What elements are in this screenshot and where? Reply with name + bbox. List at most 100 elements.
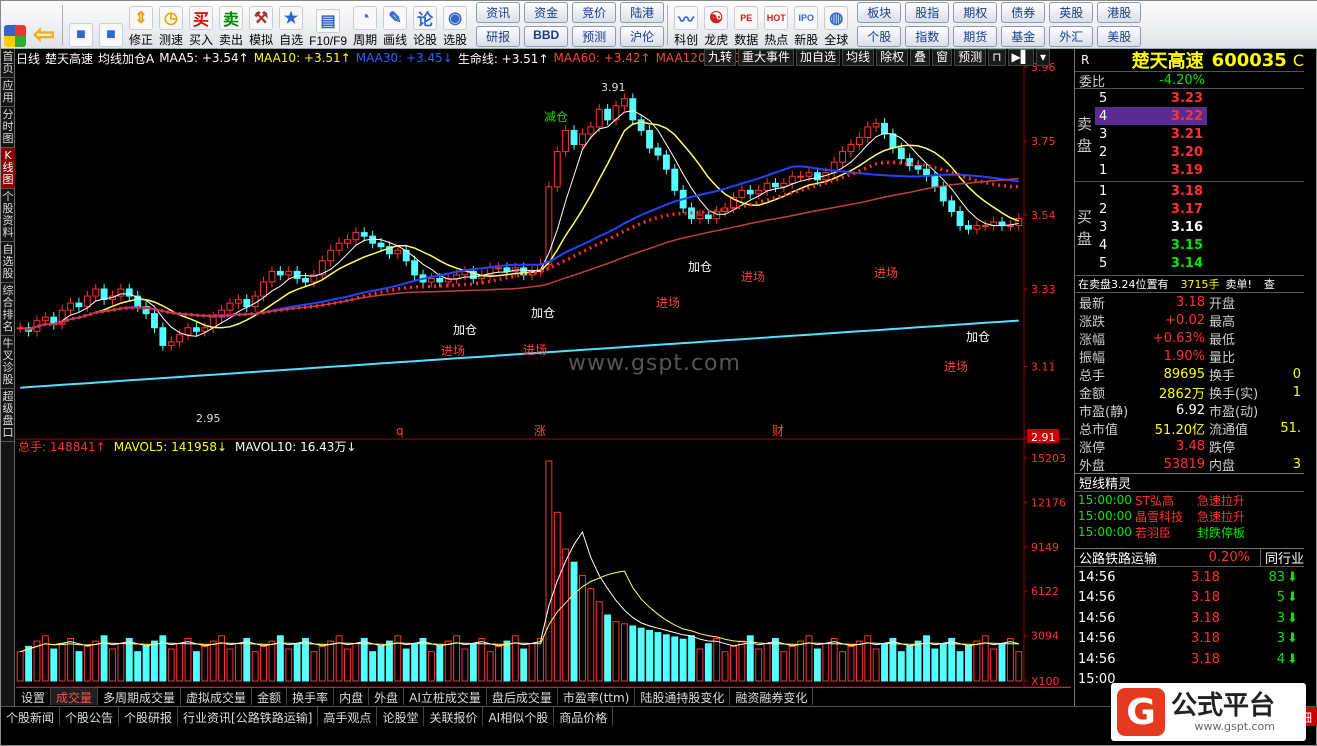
order-book-row[interactable]: 2 3.17 (1095, 200, 1207, 218)
order-book-row[interactable]: 1 3.19 (1095, 161, 1207, 179)
grid-button[interactable]: 资讯 (476, 2, 521, 23)
order-book-row[interactable]: 3 3.21 (1095, 125, 1207, 143)
left-tab[interactable]: 个股资料 (1, 189, 15, 242)
order-book-row[interactable]: 4 3.22 (1095, 107, 1207, 125)
grid-button[interactable]: 竞价 (572, 2, 617, 23)
info-tab[interactable]: 论股堂 (377, 707, 425, 726)
toolbar-star-button[interactable]: ★ 自选 (276, 2, 306, 48)
toolbar-ipo-button[interactable]: IPO 新股 (791, 2, 821, 48)
toolbar-select-button[interactable]: ◉ 选股 (440, 2, 470, 48)
indicator-tab[interactable]: 成交量 (51, 688, 99, 705)
info-tab[interactable]: 个股研报 (119, 707, 179, 726)
alert-row[interactable]: 15:00:00 若羽臣 封跌停板 (1075, 524, 1304, 540)
market-button[interactable]: 期权 (953, 2, 998, 23)
toolbar-sell-button[interactable]: 卖卖出 (216, 2, 246, 48)
chart-top-button[interactable]: ▾ (1035, 49, 1050, 66)
event-marker[interactable]: 财 (772, 424, 784, 438)
event-marker[interactable]: q (396, 424, 404, 438)
info-tab[interactable]: 个股新闻 (1, 707, 61, 726)
grid-button[interactable]: 资金 (524, 2, 569, 23)
toolbar-globe-button[interactable]: ◍ 全球 (821, 2, 851, 48)
toolbar-hot-button[interactable]: HOT 热点 (761, 2, 791, 48)
info-tab[interactable]: 高手观点 (318, 707, 378, 726)
grid-button[interactable]: 陆港 (620, 2, 665, 23)
left-tab[interactable]: K线图 (1, 148, 15, 189)
indicator-tab[interactable]: 内盘 (334, 688, 370, 705)
grid-button[interactable]: 沪伦 (620, 26, 665, 47)
indicator-tab[interactable]: 盘后成交量 (487, 688, 558, 705)
order-book-row[interactable]: 2 3.20 (1095, 143, 1207, 161)
grid-button[interactable]: 预测 (572, 26, 617, 47)
left-tab[interactable]: 应用 (1, 78, 15, 107)
grid-button[interactable]: BBD (524, 26, 569, 47)
indicator-tab[interactable]: 换手率 (287, 688, 335, 705)
indicator-tab[interactable]: 设置 (16, 688, 52, 705)
indicator-tab[interactable]: 虚拟成交量 (181, 688, 253, 705)
market-button[interactable]: 港股 (1097, 2, 1142, 23)
chart-top-button[interactable]: 均线 (842, 49, 875, 66)
kline-chart-area[interactable]: 3.96 3.75 3.54 3.33 3.11 2.91 15203 12176 9149 61… (16, 49, 1073, 688)
toolbar-buy-button[interactable]: 买买入 (186, 2, 216, 48)
indicator-tab[interactable]: 市盈率(ttm) (558, 688, 636, 705)
chart-top-button[interactable]: 九转 (704, 49, 737, 66)
alert-row[interactable]: 15:00:00 ST弘高 急速拉升 (1075, 492, 1304, 508)
chart-top-button[interactable]: 除权 (876, 49, 909, 66)
info-tab[interactable]: 行业资讯[公路铁路运输] (178, 707, 319, 726)
info-tab[interactable]: 关联报价 (424, 707, 484, 726)
chart-top-button[interactable]: 叠 (910, 49, 931, 66)
industry-peer-tab[interactable]: 同行业 (1259, 548, 1304, 567)
market-button[interactable]: 基金 (1001, 26, 1046, 47)
market-button[interactable]: 期货 (953, 26, 998, 47)
order-book-row[interactable]: 5 3.23 (1095, 89, 1207, 107)
market-button[interactable]: 债券 (1001, 2, 1046, 23)
market-button[interactable]: 外汇 (1049, 26, 1094, 47)
event-marker[interactable]: 涨 (534, 423, 546, 438)
left-tab[interactable]: 综合排名 (1, 283, 15, 336)
order-book-row[interactable]: 4 3.15 (1095, 236, 1207, 254)
toolbar-windows-button[interactable]: ■ (66, 2, 96, 48)
info-tab[interactable]: 个股公告 (60, 707, 120, 726)
left-tab[interactable]: 超级盘口 (1, 389, 15, 442)
order-book-row[interactable]: 1 3.18 (1095, 182, 1207, 200)
chart-top-button[interactable]: 加自选 (796, 49, 841, 66)
toolbar-hammer-button[interactable]: ⚒ 模拟 (246, 2, 276, 48)
alert-row[interactable]: 15:00:00 晶雪科技 急速拉升 (1075, 508, 1304, 524)
indicator-tab[interactable]: 多周期成交量 (98, 688, 182, 705)
indicator-tab[interactable]: AI立桩成交量 (404, 688, 487, 705)
toolbar-dragon-button[interactable]: ☯ 龙虎 (701, 2, 731, 48)
market-button[interactable]: 股指 (905, 2, 950, 23)
industry-name[interactable]: 公路铁路运输 (1075, 548, 1209, 567)
market-button[interactable]: 个股 (857, 26, 902, 47)
toolbar-up-down-button[interactable]: ⇕ 修正 (126, 2, 156, 48)
toolbar-pen-button[interactable]: ✎ 画线 (380, 2, 410, 48)
toolbar-kechuang-button[interactable]: 〰科创 (671, 2, 701, 48)
market-button[interactable]: 板块 (857, 2, 902, 23)
order-book-row[interactable]: 5 3.14 (1095, 254, 1207, 272)
toolbar-f10-button[interactable]: ▤ F10/F9 (306, 2, 350, 48)
indicator-tab[interactable]: 金额 (252, 688, 288, 705)
market-button[interactable]: 美股 (1097, 26, 1142, 47)
toolbar-discuss-button[interactable]: 论论股 (410, 2, 440, 48)
indicator-tab[interactable]: 融资融券变化 (730, 688, 814, 705)
left-tab[interactable]: 自选股 (1, 242, 15, 283)
toolbar-pe-button[interactable]: PE 数据 (731, 2, 761, 48)
left-tab[interactable]: 牛叉诊股 (1, 336, 15, 389)
market-button[interactable]: 英股 (1049, 2, 1094, 23)
sell-note-more[interactable]: 查 (1264, 276, 1275, 292)
chart-top-button[interactable]: 重大事件 (738, 49, 795, 66)
chart-top-button[interactable]: 窗 (932, 49, 953, 66)
order-book-row[interactable]: 3 3.16 (1095, 218, 1207, 236)
indicator-tab[interactable]: 陆股通持股变化 (635, 688, 731, 705)
market-button[interactable]: 指数 (905, 26, 950, 47)
left-tab[interactable]: 首页 (1, 49, 15, 78)
chart-top-button[interactable]: ⊓ (988, 49, 1006, 66)
chart-top-button[interactable]: ▶▌ (1007, 49, 1034, 66)
toolbar-back-arrow-button[interactable]: ■ (96, 2, 126, 48)
toolbar-clock-button[interactable]: ◷ 测速 (156, 2, 186, 48)
toolbar-cycle-button[interactable]: ◔ 周期 (350, 2, 380, 48)
chart-top-button[interactable]: 预测 (954, 49, 987, 66)
indicator-tab[interactable]: 外盘 (369, 688, 405, 705)
toolbar-windows-button[interactable] (1, 2, 29, 48)
toolbar-back-button[interactable]: ⇦ (29, 2, 59, 49)
left-tab[interactable]: 分时图 (1, 107, 15, 148)
